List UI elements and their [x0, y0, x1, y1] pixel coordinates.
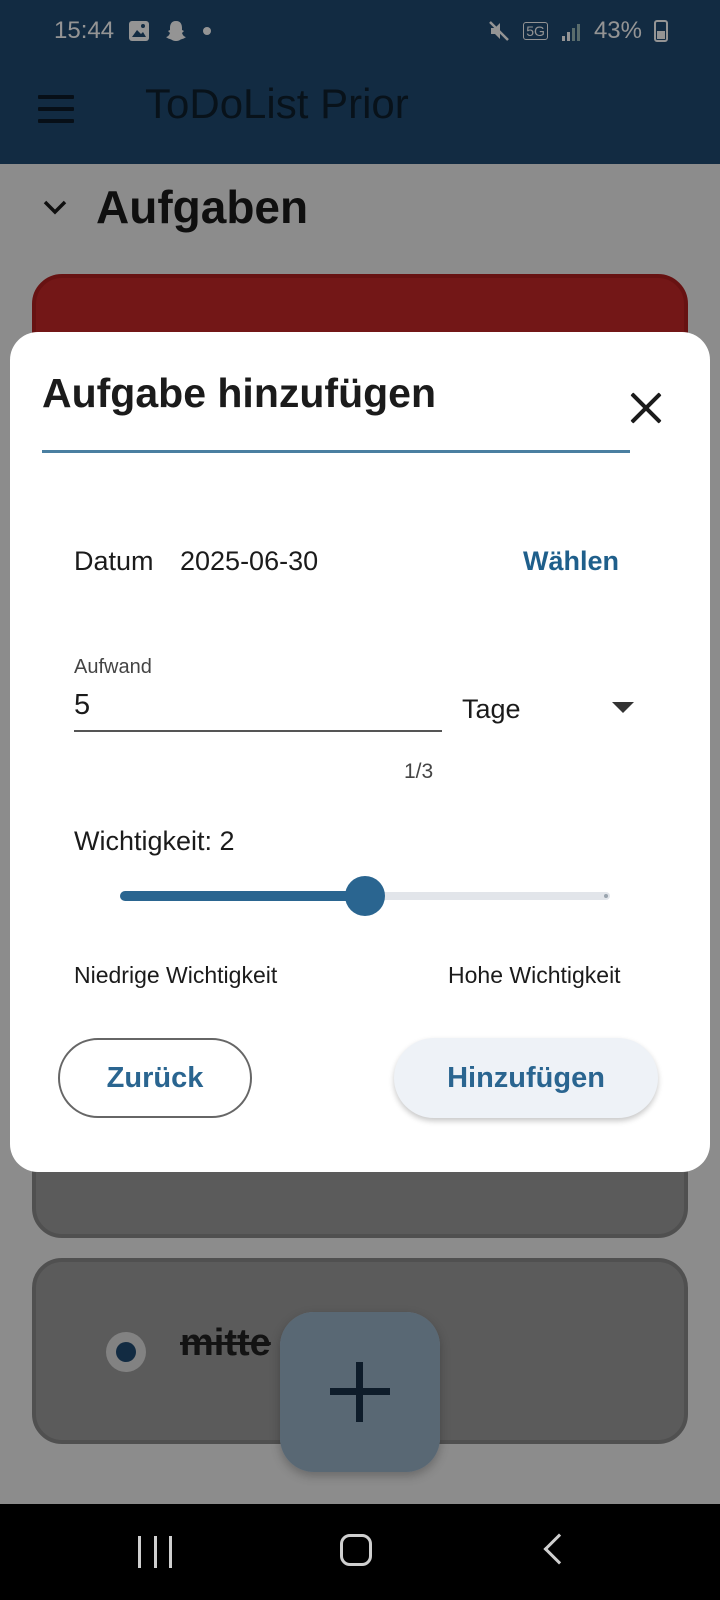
slider-active-track — [120, 891, 365, 901]
effort-char-counter: 1/3 — [404, 760, 434, 783]
date-label: Datum — [74, 546, 154, 576]
add-button[interactable]: Hinzufügen — [394, 1038, 658, 1118]
high-importance-label: Hohe Wichtigkeit — [448, 962, 621, 988]
unit-dropdown[interactable]: Tage — [462, 684, 642, 734]
add-task-fab[interactable] — [280, 1312, 440, 1472]
plus-icon — [330, 1362, 390, 1422]
system-navigation-bar — [0, 1504, 720, 1600]
effort-label: Aufwand — [74, 656, 152, 678]
dropdown-arrow-icon — [612, 702, 634, 713]
low-importance-label: Niedrige Wichtigkeit — [74, 962, 278, 988]
slider-thumb[interactable] — [345, 876, 385, 916]
importance-slider[interactable] — [120, 872, 610, 918]
app-screen: 15:44 5G 43% ToDoList Prior Aufgaben mit… — [0, 0, 720, 1600]
date-value: 2025-06-30 — [180, 546, 319, 576]
close-icon[interactable] — [630, 392, 662, 424]
unit-dropdown-value: Tage — [462, 693, 521, 724]
title-divider — [42, 450, 630, 453]
slider-end-dot — [604, 894, 608, 898]
back-button[interactable]: Zurück — [58, 1038, 252, 1118]
add-task-dialog: Aufgabe hinzufügen Datum 2025-06-30 Wähl… — [10, 332, 710, 1172]
back-nav-icon[interactable] — [543, 1533, 575, 1565]
effort-input[interactable] — [74, 680, 442, 732]
home-icon[interactable] — [340, 1534, 372, 1566]
choose-date-button[interactable]: Wählen — [515, 538, 627, 585]
dialog-title: Aufgabe hinzufügen — [42, 370, 437, 416]
importance-label: Wichtigkeit: 2 — [74, 826, 235, 856]
recent-apps-icon[interactable] — [138, 1536, 172, 1568]
